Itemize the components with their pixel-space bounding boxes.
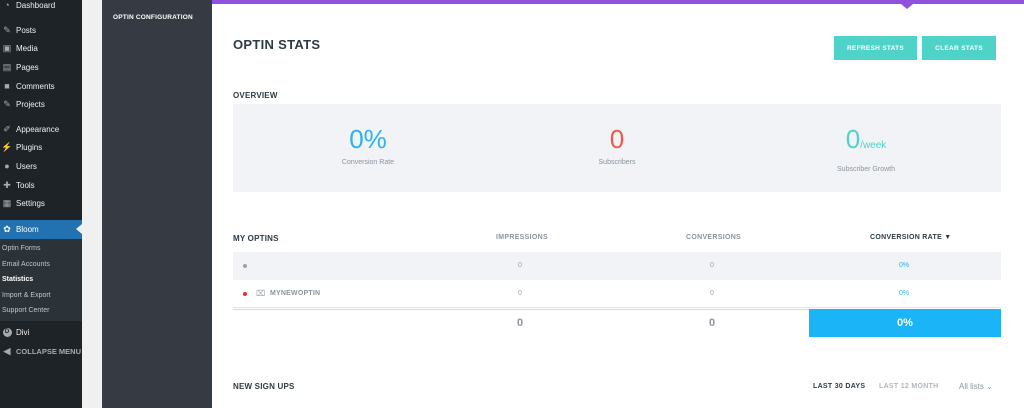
menu-label: Tools	[16, 180, 35, 190]
menu-label: Dashboard	[16, 0, 56, 10]
submenu-optin-forms[interactable]: Optin Forms	[2, 245, 41, 252]
menu-label: Appearance	[16, 124, 60, 134]
impressions-cell: 0	[518, 262, 522, 269]
stat-subscribers: 0 Subscribers	[517, 124, 717, 166]
overview-panel: 0% Conversion Rate 0 Subscribers 0/week …	[233, 104, 1001, 192]
menu-posts[interactable]: ✎ Posts	[0, 21, 82, 39]
overview-heading: OVERVIEW	[233, 91, 278, 100]
pages-icon: ▤	[2, 61, 12, 72]
column-conversion-rate[interactable]: CONVERSION RATE ▼	[870, 234, 952, 241]
list-select-value: All lists	[959, 382, 984, 391]
menu-tools[interactable]: ✚ Tools	[0, 176, 82, 194]
subscribers-label: Subscribers	[598, 159, 636, 166]
pin-icon: ✎	[3, 24, 11, 35]
comment-icon: ■	[4, 81, 10, 91]
submenu-import-export[interactable]: Import & Export	[2, 292, 51, 299]
menu-users[interactable]: ● Users	[0, 157, 82, 175]
menu-media[interactable]: ▣ Media	[0, 39, 82, 57]
my-optins-heading: MY OPTINS	[233, 234, 279, 243]
menu-comments[interactable]: ■ Comments	[0, 77, 82, 95]
bloom-submenu: Optin Forms Email Accounts Statistics Im…	[0, 239, 82, 321]
divi-logo: D	[2, 327, 12, 337]
stat-subscriber-growth: 0/week Subscriber Growth	[766, 124, 966, 173]
status-dot	[243, 264, 247, 268]
menu-label: Plugins	[16, 142, 43, 152]
conversions-cell: 0	[710, 290, 714, 297]
total-conversion-rate: 0%	[809, 309, 1001, 337]
optin-type-icon: ⌧	[256, 289, 266, 298]
menu-label: Divi	[16, 327, 30, 337]
nav-optin-configuration[interactable]: OPTIN CONFIGURATION	[113, 14, 193, 21]
refresh-stats-button[interactable]: REFRESH STATS	[834, 36, 917, 60]
range-last-30-days[interactable]: LAST 30 DAYS	[813, 383, 865, 390]
menu-divi[interactable]: D Divi	[0, 323, 82, 341]
content-gutter	[82, 0, 102, 408]
menu-pages[interactable]: ▤ Pages	[0, 58, 82, 76]
plug-icon: ⚡	[1, 141, 13, 152]
chevron-down-icon: ⌄	[986, 382, 993, 391]
growth-label: Subscriber Growth	[837, 166, 895, 173]
wrench-icon: ✚	[3, 179, 11, 190]
user-icon: ●	[4, 161, 10, 171]
menu-label: COLLAPSE MENU	[16, 346, 82, 356]
submenu-email-accounts[interactable]: Email Accounts	[2, 261, 50, 268]
collapse-menu-button[interactable]: ◀ COLLAPSE MENU	[0, 342, 82, 360]
status-dot	[243, 292, 247, 296]
rate-cell[interactable]: 0%	[899, 262, 909, 269]
brush-icon: ✐	[3, 123, 11, 134]
bloom-icon: ✿	[3, 224, 11, 234]
list-select-dropdown[interactable]: All lists ⌄	[959, 382, 993, 391]
menu-label: Projects	[16, 99, 45, 109]
menu-plugins[interactable]: ⚡ Plugins	[0, 138, 82, 156]
conversions-cell: 0	[710, 262, 714, 269]
header-notch	[901, 4, 913, 9]
menu-label: Settings	[16, 198, 45, 208]
rate-cell[interactable]: 0%	[899, 290, 909, 297]
menu-label: Posts	[16, 25, 37, 35]
media-icon: ▣	[2, 42, 12, 53]
divi-icon: D	[2, 327, 12, 337]
page-title: OPTIN STATS	[233, 37, 321, 52]
menu-label: Pages	[16, 62, 39, 72]
menu-settings[interactable]: ▦ Settings	[0, 194, 82, 212]
submenu-support-center[interactable]: Support Center	[2, 307, 49, 314]
menu-label: Media	[16, 43, 38, 53]
growth-unit: /week	[860, 140, 887, 151]
column-conversions[interactable]: CONVERSIONS	[686, 234, 741, 241]
range-last-12-month[interactable]: LAST 12 MONTH	[879, 383, 939, 390]
menu-label: Comments	[16, 81, 55, 91]
column-impressions[interactable]: IMPRESSIONS	[496, 234, 548, 241]
bloom-nav-panel: OPTIN CONFIGURATION	[102, 0, 212, 408]
menu-appearance[interactable]: ✐ Appearance	[0, 120, 82, 138]
dashboard-icon: ◔	[4, 0, 10, 10]
stat-conversion-rate: 0% Conversion Rate	[268, 124, 468, 166]
menu-bloom[interactable]: ✿ Bloom	[0, 220, 82, 239]
wp-admin-sidebar: ◔ Dashboard ✎ Posts ▣ Media ▤ Pages ■ Comment…	[0, 0, 82, 408]
table-row: ⌧ MYNEWOPTIN 0 0 0%	[233, 280, 1001, 308]
conversion-rate-label: Conversion Rate	[341, 159, 395, 166]
pin-icon: ✎	[3, 98, 11, 109]
new-signups-heading: NEW SIGN UPS	[233, 382, 295, 391]
settings-icon: ▦	[2, 197, 12, 208]
optin-name[interactable]: MYNEWOPTIN	[270, 290, 320, 297]
subscribers-value: 0	[609, 124, 625, 154]
menu-label: Bloom	[16, 225, 39, 234]
total-impressions: 0	[517, 317, 524, 329]
clear-stats-button[interactable]: CLEAR STATS	[922, 36, 996, 60]
menu-dashboard[interactable]: ◔ Dashboard	[0, 0, 82, 14]
menu-label: Users	[16, 161, 37, 171]
menu-projects[interactable]: ✎ Projects	[0, 95, 82, 113]
total-conversions: 0	[709, 317, 716, 329]
conversion-rate-value: 0%	[349, 124, 387, 154]
table-row: 0 0 0%	[233, 252, 1001, 280]
impressions-cell: 0	[518, 290, 522, 297]
submenu-statistics[interactable]: Statistics	[2, 276, 33, 283]
collapse-arrow-icon: ◀	[3, 345, 11, 356]
growth-value: 0	[845, 124, 861, 154]
